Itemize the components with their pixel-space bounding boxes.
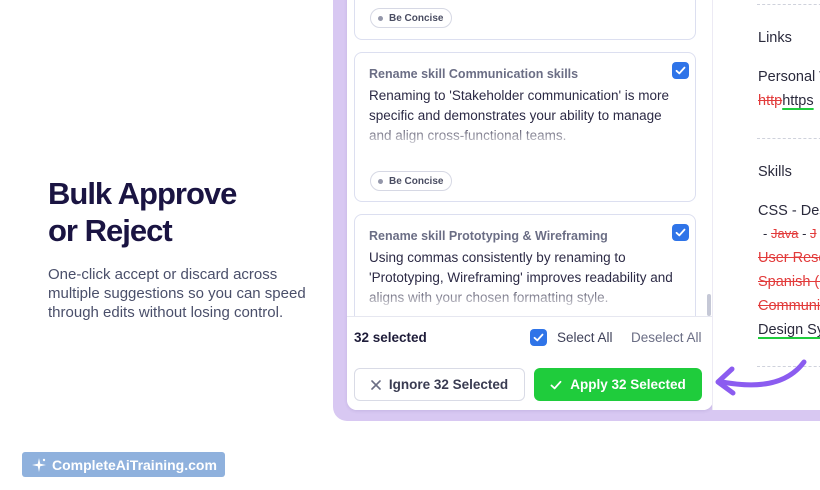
skill-line: - Java - J [763, 226, 817, 241]
separator: - [791, 203, 797, 219]
check-icon [675, 66, 686, 75]
skill-user-research-removed: User Rese [758, 250, 820, 266]
sparkle-icon [32, 457, 46, 472]
resume-preview: Links Personal W httphttps Skills CSS - … [712, 0, 820, 410]
selected-count: 32 selected [354, 330, 427, 345]
headline-line-2: or Reject [48, 213, 173, 248]
text-fade [365, 285, 685, 309]
link-added: https [782, 93, 814, 109]
divider [757, 138, 820, 139]
logo-text: CompleteAiTraining.com [52, 456, 217, 473]
skill-communication-removed: Communi [758, 298, 820, 314]
skills-heading: Skills [758, 164, 792, 180]
select-all-button[interactable]: Select All [557, 330, 613, 345]
skill-spanish-removed: Spanish (i [758, 274, 820, 290]
suggestion-title: Rename skill Communication skills [369, 67, 579, 81]
close-icon [371, 379, 381, 390]
check-icon [533, 333, 544, 342]
apply-selected-button[interactable]: Apply 32 Selected [534, 368, 702, 401]
text-fade [365, 123, 685, 147]
headline-line-1: Bulk Approve [48, 176, 237, 211]
arrow-pointer-icon [715, 359, 807, 396]
tag-label: Be Concise [389, 175, 444, 187]
apply-label: Apply 32 Selected [570, 377, 686, 392]
suggestions-list[interactable]: Be Concise Rename skill Communication sk… [347, 0, 713, 316]
select-all-checkbox[interactable] [530, 329, 547, 346]
check-icon [675, 228, 686, 237]
suggestion-card[interactable]: Be Concise [354, 0, 696, 40]
skill-css: CSS [758, 203, 788, 219]
separator: - [763, 226, 768, 241]
skill-design: Des [800, 203, 820, 219]
personal-website-label: Personal W [758, 69, 820, 85]
tag-label: Be Concise [389, 12, 444, 24]
dot-icon [378, 178, 383, 184]
suggestion-title: Rename skill Prototyping & Wireframing [369, 229, 608, 243]
skill-removed: J [810, 226, 817, 241]
skill-line: CSS - Des [758, 203, 820, 219]
links-heading: Links [758, 30, 792, 46]
headline: Bulk Approve or Reject [48, 175, 237, 249]
ignore-label: Ignore 32 Selected [388, 377, 509, 392]
check-icon [550, 380, 562, 389]
separator: - [802, 226, 807, 241]
suggestion-card[interactable]: Rename skill Communication skills Renami… [354, 52, 696, 202]
skill-design-system-added: Design Sy [758, 322, 820, 338]
ignore-selected-button[interactable]: Ignore 32 Selected [354, 368, 525, 401]
suggestions-panel: Be Concise Rename skill Communication sk… [347, 0, 713, 410]
deselect-all-button[interactable]: Deselect All [631, 330, 702, 345]
divider [757, 4, 820, 5]
link-diff: httphttps [758, 93, 814, 109]
tag-chip: Be Concise [370, 171, 453, 191]
link-removed: http [758, 93, 783, 109]
suggestion-checkbox[interactable] [672, 62, 689, 79]
tag-chip: Be Concise [370, 8, 453, 28]
suggestion-card[interactable]: Rename skill Prototyping & Wireframing U… [354, 214, 696, 316]
dot-icon [378, 15, 383, 21]
subcopy: One-click accept or discard across multi… [48, 266, 306, 321]
suggestion-checkbox[interactable] [672, 224, 689, 241]
skill-java-removed: Java [770, 226, 799, 241]
brand-logo: CompleteAiTraining.com [22, 452, 225, 477]
bulk-actions-bar: 32 selected Select All Deselect All Igno… [347, 316, 713, 410]
scrollbar-thumb[interactable] [707, 294, 711, 316]
